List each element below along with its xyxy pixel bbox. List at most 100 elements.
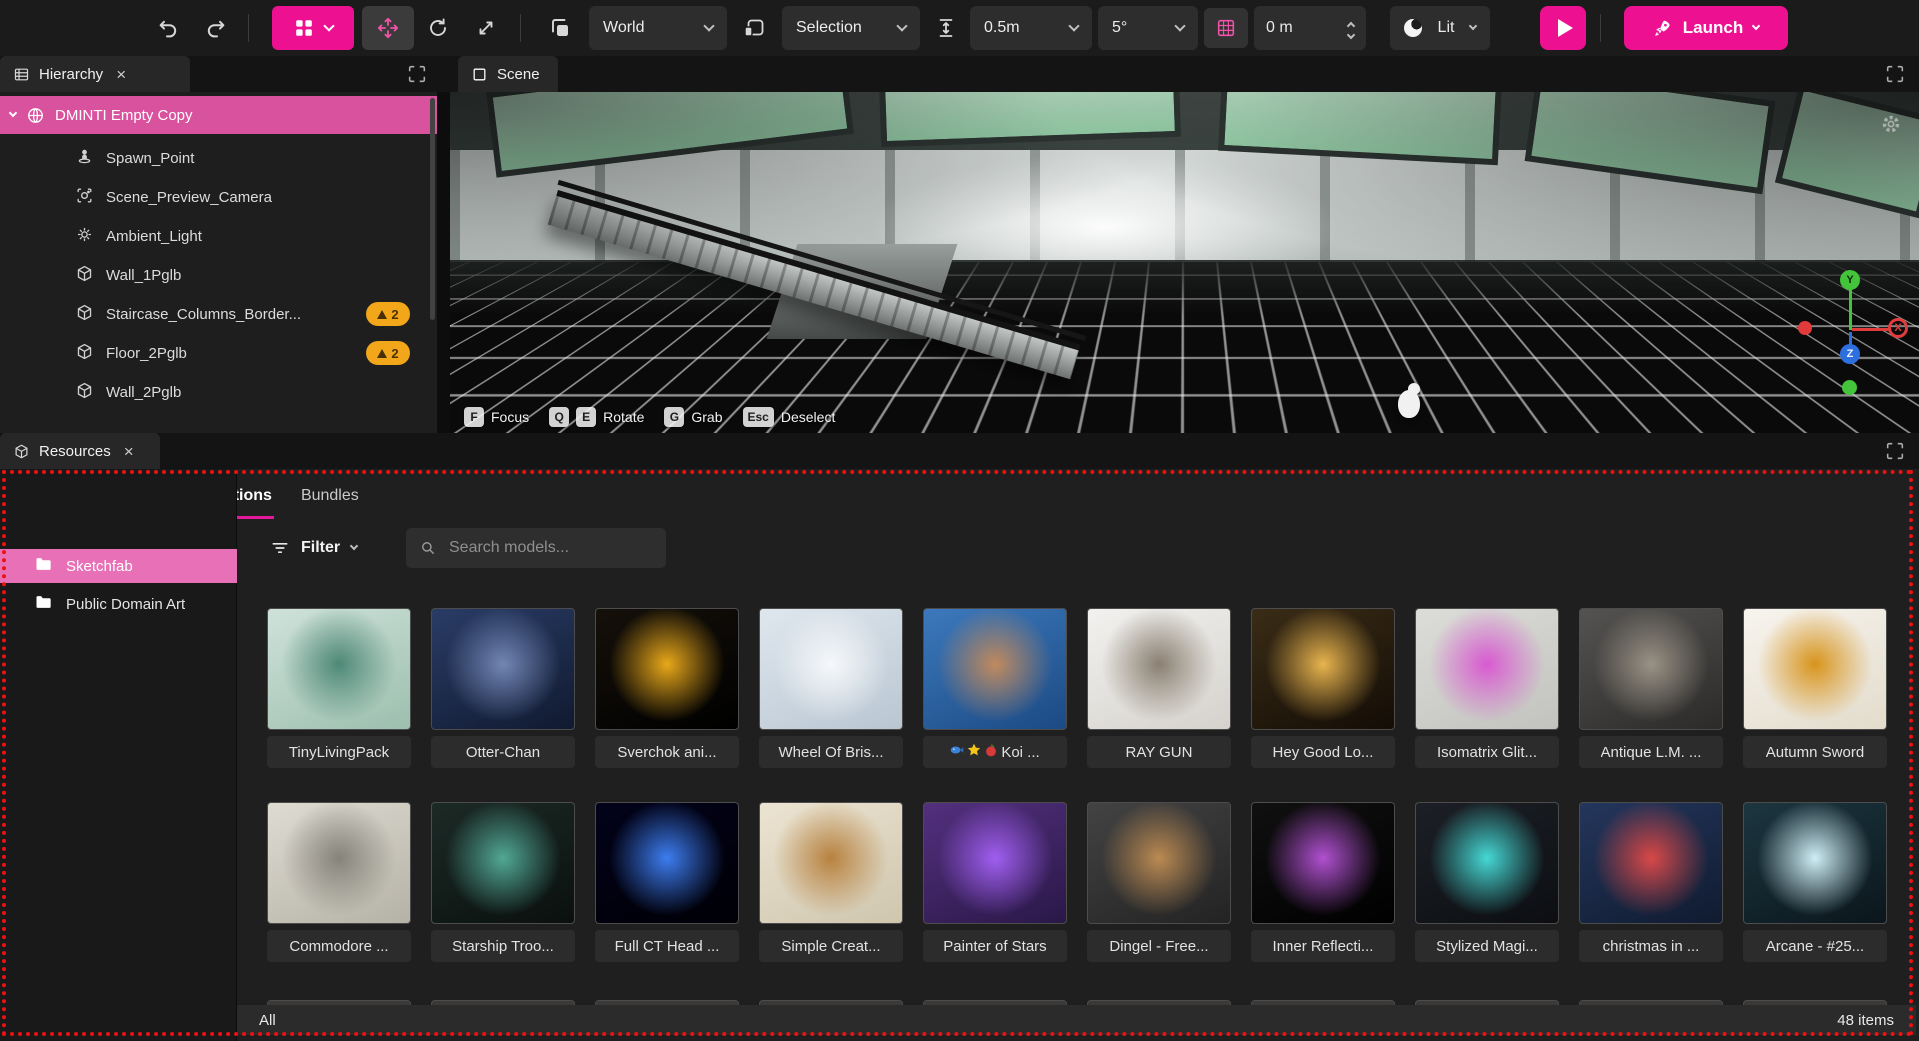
asset-card[interactable]: Autumn Sword [1743, 608, 1887, 768]
filter-button[interactable]: Filter [262, 528, 365, 568]
close-icon[interactable] [124, 443, 134, 460]
vertical-snap-button[interactable] [928, 10, 964, 46]
asset-card[interactable]: Painter of Stars [923, 802, 1067, 962]
asset-thumbnail [1415, 608, 1559, 730]
orientation-gizmo[interactable]: Y X Z [1790, 270, 1912, 404]
asset-browser-button[interactable] [272, 6, 354, 50]
asset-card[interactable]: Hey Good Lo... [1251, 608, 1395, 768]
asset-label: RAY GUN [1087, 736, 1231, 768]
status-item-count: 48 items [1837, 1012, 1894, 1029]
asset-card[interactable]: Simple Creat... [759, 802, 903, 962]
rocket-icon [1653, 18, 1673, 38]
hotkey-label: Deselect [781, 409, 835, 425]
asset-card[interactable]: christmas in ... [1579, 802, 1723, 962]
asset-card[interactable]: Wheel Of Bris... [759, 608, 903, 768]
warning-badge[interactable]: 2 [366, 302, 410, 326]
grid-snap-button[interactable] [1204, 8, 1248, 48]
pivot-mode-dropdown[interactable]: Selection [782, 6, 920, 50]
stepper-down-icon[interactable] [1347, 30, 1355, 38]
hierarchy-item[interactable]: Ambient_Light [0, 217, 437, 255]
hierarchy-item[interactable]: Floor_2Pglb2 [0, 334, 437, 372]
status-filter[interactable]: All [259, 1012, 276, 1029]
pivot-button[interactable] [736, 10, 772, 46]
folder-icon [34, 554, 54, 578]
close-icon[interactable] [116, 66, 126, 83]
translate-snap-dropdown[interactable]: 0.5m [970, 6, 1092, 50]
asset-card[interactable]: Sverchok ani... [595, 608, 739, 768]
scale-tool-button[interactable] [468, 10, 504, 46]
resources-fullscreen-button[interactable] [1884, 440, 1906, 462]
x-axis-handle[interactable]: X [1888, 318, 1908, 338]
hierarchy-item[interactable]: Staircase_Columns_Border...2 [0, 295, 437, 333]
height-offset-stepper[interactable]: 0 m [1254, 6, 1366, 50]
tab-resources-label: Resources [39, 443, 111, 460]
negative-y-handle[interactable] [1842, 380, 1857, 395]
search-input[interactable] [447, 538, 647, 558]
asset-card[interactable]: Starship Troo... [431, 802, 575, 962]
tab-scene[interactable]: Scene [458, 56, 558, 92]
asset-card[interactable]: Full CT Head ... [595, 802, 739, 962]
asset-thumbnail [759, 608, 903, 730]
transform-space-button[interactable] [542, 10, 578, 46]
asset-card[interactable]: RAY GUN [1087, 608, 1231, 768]
rotate-tool-button[interactable] [420, 10, 456, 46]
hierarchy-item[interactable]: Wall_2Pglb [0, 373, 437, 411]
asset-card[interactable]: Arcane - #25... [1743, 802, 1887, 962]
asset-card[interactable]: Antique L.M. ... [1579, 608, 1723, 768]
hierarchy-item[interactable]: Spawn_Point [0, 139, 437, 177]
world-space-dropdown[interactable]: World [589, 6, 727, 50]
asset-card[interactable]: TinyLivingPack [267, 608, 411, 768]
warning-count: 2 [391, 346, 398, 361]
tab-resources[interactable]: Resources [0, 433, 160, 469]
asset-label-text: Wheel Of Bris... [778, 744, 883, 761]
hierarchy-item-label: Wall_1Pglb [106, 267, 181, 284]
asset-card[interactable]: Stylized Magi... [1415, 802, 1559, 962]
hierarchy-item[interactable]: Wall_1Pglb [0, 256, 437, 294]
asset-label-text: Inner Reflecti... [1273, 938, 1374, 955]
expand-caret-icon[interactable] [9, 109, 17, 117]
asset-card[interactable]: Dingel - Free... [1087, 802, 1231, 962]
hierarchy-item-label: Ambient_Light [106, 228, 202, 245]
move-tool-button[interactable] [362, 6, 414, 50]
vertical-arrows-icon [934, 16, 958, 40]
asset-thumbnail [267, 608, 411, 730]
redo-button[interactable] [198, 10, 234, 46]
main-toolbar: World Selection 0.5m 5° 0 m [0, 0, 1919, 56]
chevron-down-icon [323, 20, 334, 31]
warning-badge[interactable]: 2 [366, 341, 410, 365]
scene-settings-gear-button[interactable] [1879, 112, 1903, 136]
hierarchy-item[interactable]: Scene_Preview_Camera [0, 178, 437, 216]
y-axis-line [1849, 288, 1852, 330]
folder-item[interactable]: Sketchfab [0, 549, 237, 583]
play-button[interactable] [1540, 6, 1586, 50]
tab-hierarchy[interactable]: Hierarchy [0, 56, 190, 92]
asset-thumbnail [1579, 802, 1723, 924]
z-axis-handle[interactable]: Z [1840, 344, 1860, 364]
folder-item[interactable]: Public Domain Art [0, 587, 237, 621]
asset-thumbnail [923, 608, 1067, 730]
y-axis-handle[interactable]: Y [1840, 270, 1860, 290]
negative-x-handle[interactable] [1798, 321, 1812, 335]
rotate-snap-dropdown[interactable]: 5° [1098, 6, 1198, 50]
asset-card[interactable]: Otter-Chan [431, 608, 575, 768]
undo-button[interactable] [150, 10, 186, 46]
star-emoji [967, 743, 981, 761]
tab-hierarchy-label: Hierarchy [39, 66, 103, 83]
camera-icon [75, 186, 94, 209]
scene-fullscreen-button[interactable] [1884, 63, 1906, 85]
asset-card[interactable]: Isomatrix Glit... [1415, 608, 1559, 768]
scene-viewport[interactable]: Y X Z FFocusQERotateGGrabEscDeselect [450, 92, 1919, 433]
resources-tab-bundles[interactable]: Bundles [299, 487, 361, 519]
asset-card[interactable]: Inner Reflecti... [1251, 802, 1395, 962]
hierarchy-root-item[interactable]: DMINTI Empty Copy [0, 96, 437, 134]
launch-button[interactable]: Launch [1624, 6, 1788, 50]
asset-label-text: RAY GUN [1126, 744, 1193, 761]
hierarchy-scrollbar[interactable] [430, 98, 435, 320]
stepper-up-icon[interactable] [1347, 21, 1355, 29]
pivot-mode-value: Selection [796, 19, 862, 37]
hierarchy-fullscreen-button[interactable] [406, 63, 428, 85]
asset-card[interactable]: Koi ... [923, 608, 1067, 768]
render-mode-dropdown[interactable]: Lit [1390, 6, 1490, 50]
asset-label-text: Isomatrix Glit... [1437, 744, 1537, 761]
asset-card[interactable]: Commodore ... [267, 802, 411, 962]
